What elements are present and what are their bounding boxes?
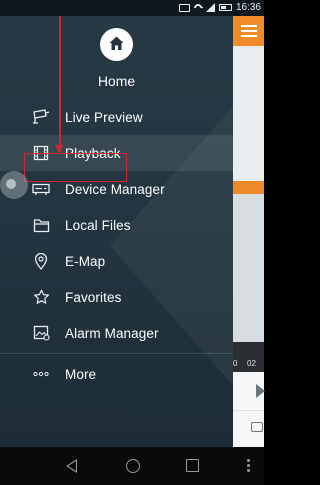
home-header[interactable]: Home <box>0 16 233 96</box>
system-nav-bar <box>0 447 264 485</box>
menu-item-label: Local Files <box>65 217 131 233</box>
timeline-label: 0 <box>233 359 238 368</box>
battery-icon <box>218 4 232 11</box>
menu-divider <box>0 353 233 354</box>
background-panel <box>233 194 264 342</box>
more-dots-icon <box>32 365 50 383</box>
camera-icon <box>32 108 50 126</box>
menu-item-label: E-Map <box>65 253 106 269</box>
divider <box>233 410 264 411</box>
menu-item-label: Live Preview <box>65 109 143 125</box>
status-time: 16:36 <box>235 2 261 13</box>
folder-icon <box>32 216 50 234</box>
menu-item-label: More <box>65 366 97 382</box>
menu-item-live-preview[interactable]: Live Preview <box>0 99 233 135</box>
alarm-image-icon <box>32 324 50 342</box>
annotation-highlight-box <box>24 153 127 182</box>
home-label: Home <box>97 73 136 89</box>
menu-item-label: Favorites <box>65 289 122 305</box>
menu-item-label: Device Manager <box>65 181 165 197</box>
wifi-icon <box>192 1 204 14</box>
drag-handle[interactable] <box>0 171 28 199</box>
menu-item-label: Alarm Manager <box>65 325 159 341</box>
background-timeline: 0 02 <box>233 342 264 372</box>
home-icon[interactable] <box>100 28 133 61</box>
background-menu-button[interactable] <box>233 16 264 46</box>
home-button-icon[interactable] <box>126 459 140 473</box>
dvr-icon <box>32 180 50 198</box>
drawer-menu: Live Preview Playback Device Manager Loc… <box>0 99 233 392</box>
annotation-arrow-line <box>59 16 61 152</box>
location-pin-icon <box>32 252 50 270</box>
background-accent-strip <box>233 181 264 194</box>
navigation-drawer: Home Live Preview Playback Device Manage… <box>0 16 233 447</box>
menu-item-local-files[interactable]: Local Files <box>0 207 233 243</box>
overflow-menu-icon[interactable] <box>247 459 250 473</box>
menu-item-favorites[interactable]: Favorites <box>0 279 233 315</box>
play-icon[interactable] <box>256 384 265 398</box>
menu-item-more[interactable]: More <box>0 356 233 392</box>
back-icon[interactable] <box>66 459 77 473</box>
background-controls <box>233 372 265 447</box>
signal-icon <box>205 3 215 12</box>
message-icon <box>178 3 190 12</box>
menu-item-alarm-manager[interactable]: Alarm Manager <box>0 315 233 351</box>
hamburger-icon <box>241 25 257 37</box>
menu-item-e-map[interactable]: E-Map <box>0 243 233 279</box>
annotation-arrowhead <box>55 145 63 153</box>
status-bar: 16:36 <box>0 0 264 16</box>
timeline-label: 02 <box>247 359 256 368</box>
recent-apps-icon[interactable] <box>186 459 199 472</box>
star-icon <box>32 288 50 306</box>
snapshot-icon[interactable] <box>251 422 263 432</box>
background-panel <box>233 46 264 181</box>
